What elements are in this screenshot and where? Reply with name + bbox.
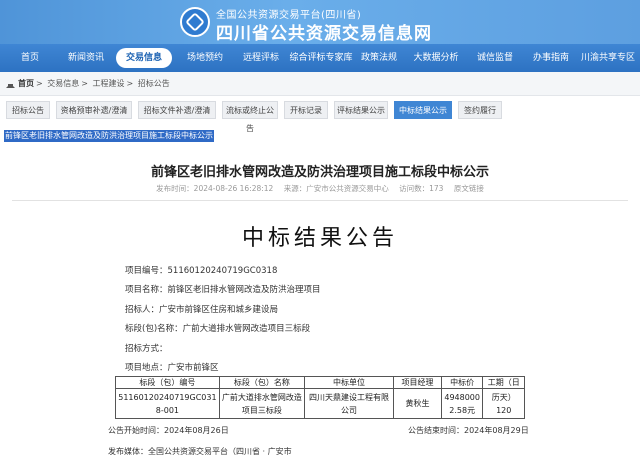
cell-duration: 历天）120 xyxy=(482,388,525,419)
col-header: 中标单位 xyxy=(303,376,395,389)
field-tenderer: 招标人：广安市前锋区住房和城乡建设局 xyxy=(125,305,279,315)
notice-end: 公告结束时间：2024年08月29日 xyxy=(408,426,529,435)
breadcrumb-separator: > xyxy=(126,79,134,88)
tab-doc-addendum[interactable]: 招标文件补遗/澄清 xyxy=(138,101,216,119)
breadcrumb-tender-notice[interactable]: 招标公告 xyxy=(138,79,170,88)
nav-item-venue-booking[interactable]: 场地预约 xyxy=(180,44,230,72)
cell-price: 49480002.58元 xyxy=(440,388,484,419)
breadcrumb-engineering[interactable]: 工程建设 xyxy=(93,79,125,88)
col-header: 工期（日 xyxy=(482,376,525,389)
col-header: 中标价 xyxy=(440,376,484,389)
breadcrumb-separator: > xyxy=(81,79,88,88)
cell-winner: 四川天鼎建设工程有限公司 xyxy=(303,388,395,419)
selected-title-text[interactable]: 前锋区老旧排水管网改造及防洪治理项目施工标段中标公示 xyxy=(4,130,214,142)
article-meta: 发布时间：2024-08-26 16:28:12 来源：广安市公共资源交易中心 … xyxy=(0,183,640,194)
category-tabs: 招标公告 资格预审补遗/澄清 招标文件补遗/澄清 流标或终止公告 开标记录 评标… xyxy=(0,101,640,133)
site-title[interactable]: 四川省公共资源交易信息网 xyxy=(216,19,432,44)
notice-heading: 中标结果公告 xyxy=(241,226,398,251)
field-project-no: 项目编号：51160120240719GC0318 xyxy=(125,266,278,276)
original-link[interactable]: 原文链接 xyxy=(454,184,484,193)
col-header: 标段（包）名称 xyxy=(218,376,305,389)
nav-item-policy[interactable]: 政策法规 xyxy=(356,44,402,72)
nav-item-remote-eval[interactable]: 远程评标 xyxy=(236,44,286,72)
site-header: 全国公共资源交易平台(四川省) 四川省公共资源交易信息网 xyxy=(0,0,640,44)
tab-failed-bid[interactable]: 流标或终止公告 xyxy=(222,101,278,133)
nav-item-credit[interactable]: 诚信监督 xyxy=(470,44,520,72)
nav-item-expert-pool[interactable]: 综合评标专家库 xyxy=(286,44,356,72)
publish-media: 发布媒体：全国公共资源交易平台（四川省 · 广安市 xyxy=(108,447,292,456)
divider xyxy=(12,200,628,201)
field-section: 标段(包)名称：广前大道排水管网改造项目三标段 xyxy=(125,324,311,334)
col-header: 项目经理 xyxy=(393,376,442,389)
breadcrumb-separator: > xyxy=(36,79,43,88)
view-count: 访问数：173 xyxy=(399,184,444,193)
tab-opening-record[interactable]: 开标记录 xyxy=(284,101,328,119)
notice-start: 公告开始时间：2024年08月26日 xyxy=(108,426,229,435)
field-project-name: 项目名称：前锋区老旧排水管网改造及防洪治理项目 xyxy=(125,285,321,295)
nav-item-guide[interactable]: 办事指南 xyxy=(528,44,574,72)
breadcrumb-trade-info[interactable]: 交易信息 xyxy=(47,79,79,88)
table-header-row: 标段（包）编号 标段（包）名称 中标单位 项目经理 中标价 工期（日 xyxy=(115,376,525,389)
nav-item-trade-info[interactable]: 交易信息 xyxy=(116,48,172,68)
home-icon[interactable] xyxy=(6,80,15,88)
breadcrumb-home[interactable]: 首页 xyxy=(18,79,34,88)
article-title: 前锋区老旧排水管网改造及防洪治理项目施工标段中标公示 xyxy=(150,165,489,180)
nav-item-chuanyu[interactable]: 川渝共享专区 xyxy=(578,44,638,72)
breadcrumb: 首页 > 交易信息 > 工程建设 > 招标公告 xyxy=(0,72,640,96)
tab-eval-result[interactable]: 评标结果公示 xyxy=(334,101,388,119)
publish-time: 发布时间：2024-08-26 16:28:12 xyxy=(156,184,274,193)
tab-contract[interactable]: 签约履行 xyxy=(458,101,502,119)
site-logo-icon[interactable] xyxy=(180,7,210,37)
tab-prequal-addendum[interactable]: 资格预审补遗/澄清 xyxy=(56,101,132,119)
field-method: 招标方式： xyxy=(125,344,168,354)
cell-section-no: 51160120240719GC0318-001 xyxy=(115,388,220,419)
field-location: 项目地点：广安市前锋区 xyxy=(125,363,219,373)
award-table: 标段（包）编号 标段（包）名称 中标单位 项目经理 中标价 工期（日 51160… xyxy=(115,376,525,419)
tab-award-result[interactable]: 中标结果公示 xyxy=(394,101,452,119)
cell-section-name: 广前大道排水管网改造项目三标段 xyxy=(218,388,305,419)
cell-manager: 黄秋生 xyxy=(393,388,442,419)
nav-item-big-data[interactable]: 大数据分析 xyxy=(408,44,464,72)
table-row: 51160120240719GC0318-001 广前大道排水管网改造项目三标段… xyxy=(115,388,525,419)
article-source: 来源：广安市公共资源交易中心 xyxy=(283,184,389,193)
nav-item-home[interactable]: 首页 xyxy=(8,44,52,72)
main-nav: 首页 新闻资讯 交易信息 场地预约 远程评标 综合评标专家库 政策法规 大数据分… xyxy=(0,44,640,72)
tab-tender-notice[interactable]: 招标公告 xyxy=(6,101,50,119)
col-header: 标段（包）编号 xyxy=(115,376,220,389)
nav-item-news[interactable]: 新闻资讯 xyxy=(60,44,112,72)
